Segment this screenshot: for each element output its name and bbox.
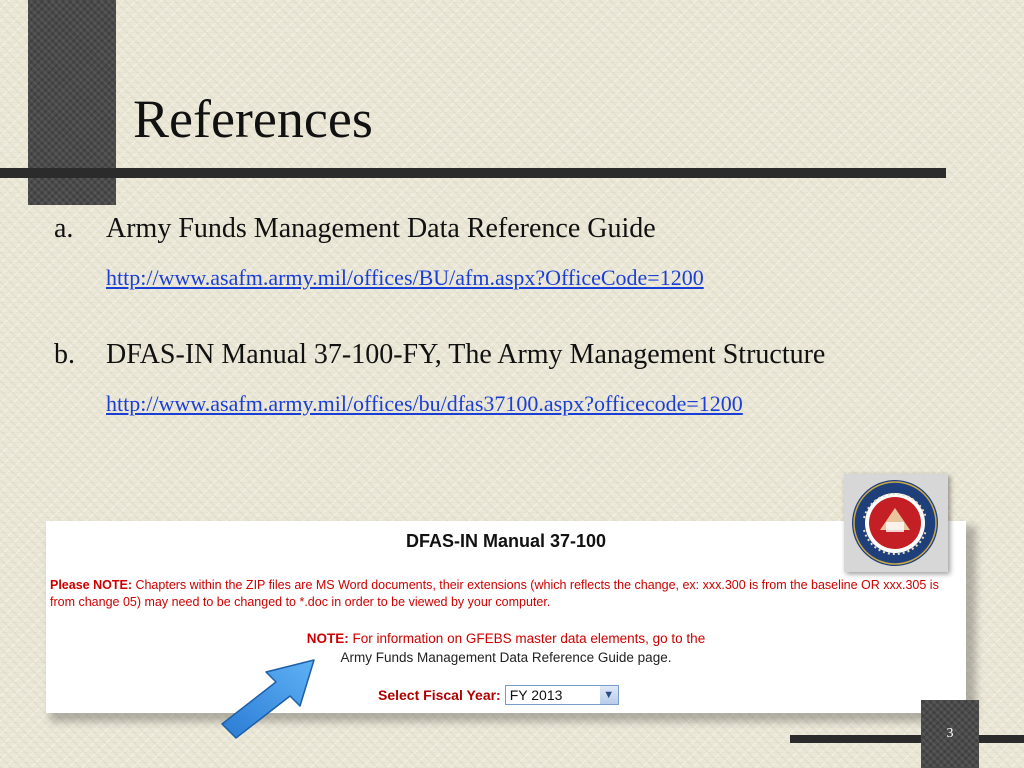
seal-frame — [844, 474, 948, 572]
fiscal-year-label: Select Fiscal Year: — [378, 687, 501, 703]
fiscal-year-value: FY 2013 — [509, 687, 563, 703]
fiscal-year-select[interactable]: FY 2013 ▼ — [504, 685, 619, 705]
page-number-box: 3 — [921, 700, 979, 768]
embedded-screenshot: DFAS-IN Manual 37-100 Please NOTE: Chapt… — [46, 521, 966, 713]
slide-title: References — [133, 89, 373, 149]
reference-letter: a. — [54, 213, 74, 244]
please-note-text: Please NOTE: Chapters within the ZIP fil… — [50, 577, 962, 611]
reference-link[interactable]: http://www.asafm.army.mil/offices/bu/dfa… — [106, 390, 1004, 418]
reference-letter: b. — [54, 339, 75, 370]
reference-title: DFAS-IN Manual 37-100-FY, The Army Manag… — [106, 339, 826, 370]
note-suffix: page. — [633, 650, 672, 665]
reference-b: b. DFAS-IN Manual 37-100-FY, The Army Ma… — [54, 336, 1004, 418]
title-rule — [0, 168, 946, 178]
chevron-down-icon[interactable]: ▼ — [599, 686, 618, 704]
blue-pointer-arrow-icon — [221, 659, 315, 739]
fiscal-year-row: Select Fiscal Year: FY 2013 ▼ — [378, 685, 619, 705]
reference-a: a. Army Funds Management Data Reference … — [54, 210, 1004, 292]
reference-link[interactable]: http://www.asafm.army.mil/offices/BU/afm… — [106, 264, 1004, 292]
please-note-body: Chapters within the ZIP files are MS Wor… — [50, 578, 939, 609]
screenshot-heading: DFAS-IN Manual 37-100 — [405, 531, 607, 551]
bottom-rule — [790, 735, 1024, 743]
gfebs-note: NOTE: For information on GFEBS master da… — [46, 629, 966, 667]
note-body: For information on GFEBS master data ele… — [348, 631, 706, 646]
reference-title: Army Funds Management Data Reference Gui… — [106, 213, 656, 244]
page-number: 3 — [946, 726, 954, 741]
note-label: NOTE: — [306, 631, 349, 646]
army-seal-icon — [852, 480, 938, 566]
afm-guide-link[interactable]: Army Funds Management Data Reference Gui… — [341, 650, 634, 665]
please-note-label: Please NOTE: — [50, 578, 132, 592]
